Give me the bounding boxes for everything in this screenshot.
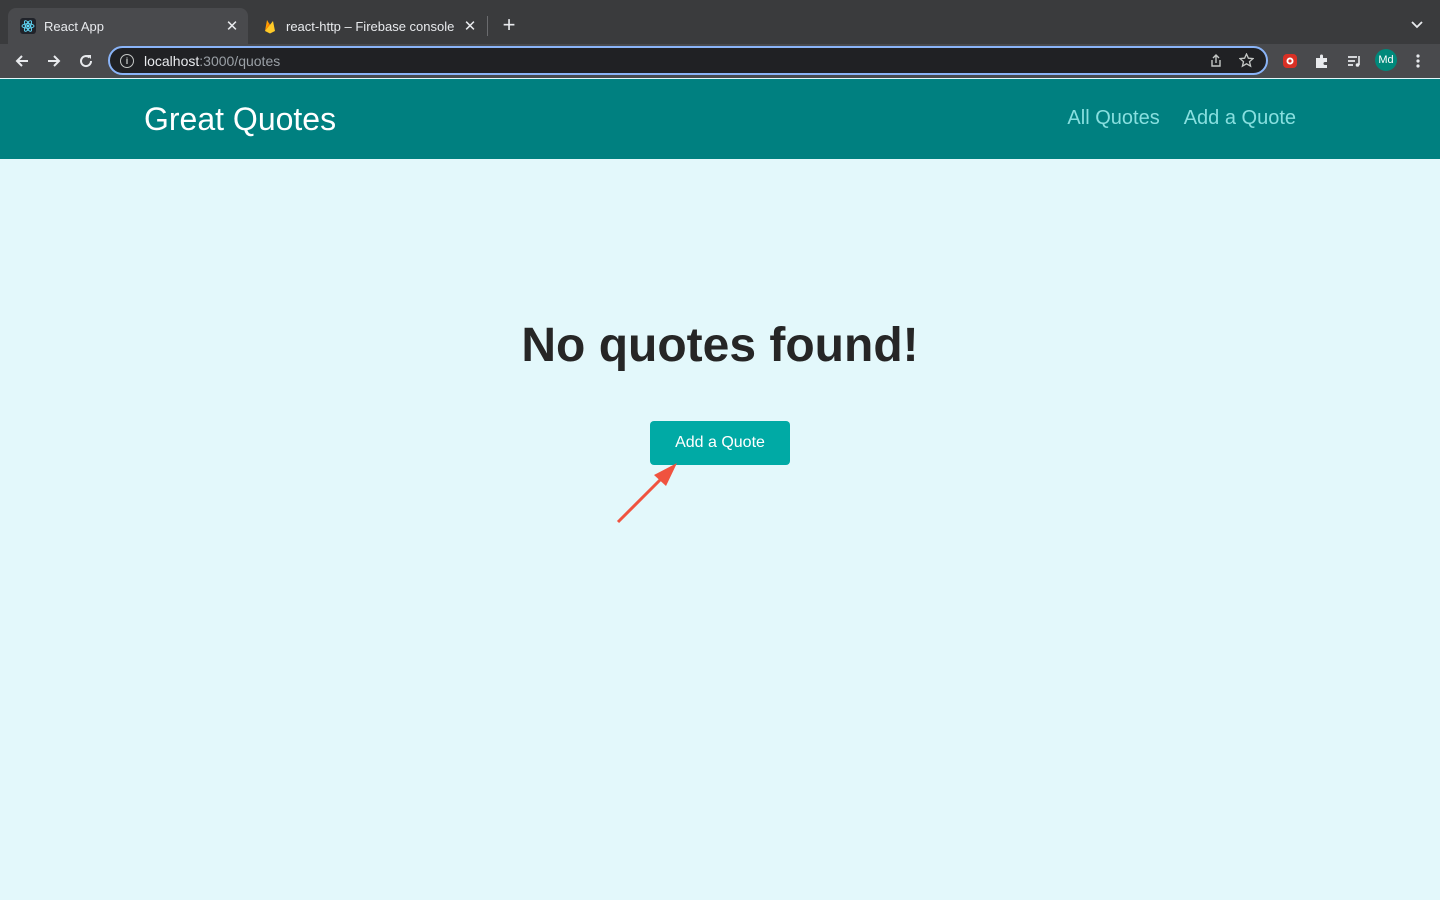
tab-separator xyxy=(487,16,488,36)
kebab-menu-icon[interactable] xyxy=(1406,49,1430,73)
address-bar[interactable]: i localhost:3000/quotes xyxy=(108,46,1268,75)
annotation-arrow-icon xyxy=(616,463,677,524)
forward-arrow-icon[interactable] xyxy=(42,49,66,73)
browser-tab-bar: React App ✕ react-http – Firebase consol… xyxy=(0,0,1440,44)
close-icon[interactable]: ✕ xyxy=(222,16,242,36)
media-control-icon[interactable] xyxy=(1342,49,1366,73)
tab-title: React App xyxy=(44,18,104,34)
app-logo: Great Quotes xyxy=(144,101,337,137)
puzzle-extensions-icon[interactable] xyxy=(1310,49,1334,73)
chevron-down-icon[interactable] xyxy=(1406,14,1428,36)
firebase-icon xyxy=(262,18,278,34)
url-text: localhost:3000/quotes xyxy=(144,52,281,69)
back-arrow-icon[interactable] xyxy=(10,49,34,73)
main-nav: All Quotes Add a Quote xyxy=(1067,107,1296,130)
close-icon[interactable]: ✕ xyxy=(460,16,480,36)
nav-link-add-quote[interactable]: Add a Quote xyxy=(1184,107,1296,130)
empty-state-heading: No quotes found! xyxy=(521,319,919,372)
browser-toolbar: i localhost:3000/quotes Md xyxy=(0,44,1440,78)
info-icon[interactable]: i xyxy=(120,53,134,68)
tab-title: react-http – Firebase console xyxy=(286,18,455,34)
new-tab-icon[interactable]: + xyxy=(498,12,520,37)
nav-link-all-quotes[interactable]: All Quotes xyxy=(1067,107,1159,130)
tab-firebase-console[interactable]: react-http – Firebase console ✕ xyxy=(250,8,486,44)
extension-icon[interactable] xyxy=(1278,49,1302,73)
profile-avatar[interactable]: Md xyxy=(1375,49,1397,71)
react-icon xyxy=(20,18,36,34)
reload-icon[interactable] xyxy=(74,49,98,73)
tab-react-app[interactable]: React App ✕ xyxy=(8,8,248,44)
share-icon[interactable] xyxy=(1206,51,1226,71)
app-header: Great Quotes All Quotes Add a Quote xyxy=(0,79,1440,159)
bookmark-star-icon[interactable] xyxy=(1236,51,1256,71)
